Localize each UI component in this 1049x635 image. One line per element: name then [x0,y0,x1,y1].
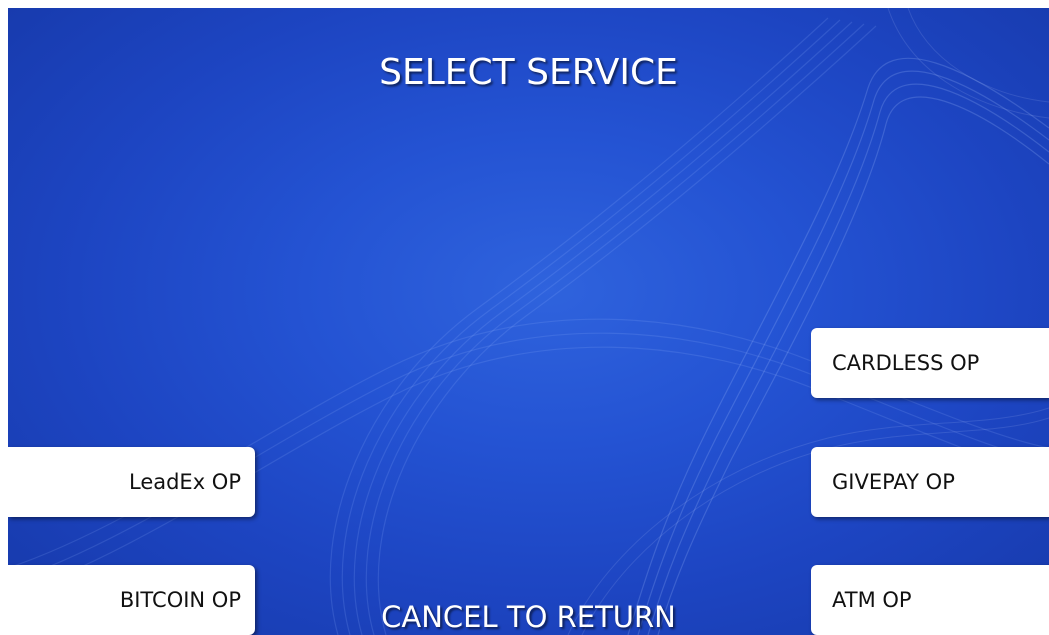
background-waves [8,8,1049,635]
cardless-op-button[interactable]: CARDLESS OP [811,328,1049,398]
givepay-op-label: GIVEPAY OP [832,470,955,494]
givepay-op-button[interactable]: GIVEPAY OP [811,447,1049,517]
leadex-op-label: LeadEx OP [128,470,241,494]
cancel-instruction: CANCEL TO RETURN [381,600,676,634]
cardless-op-label: CARDLESS OP [832,351,980,375]
atm-screen: SELECT SERVICE CARDLESS OP LeadEx OP GIV… [8,8,1049,635]
leadex-op-button[interactable]: LeadEx OP [8,447,255,517]
screen-title: SELECT SERVICE [379,52,678,93]
